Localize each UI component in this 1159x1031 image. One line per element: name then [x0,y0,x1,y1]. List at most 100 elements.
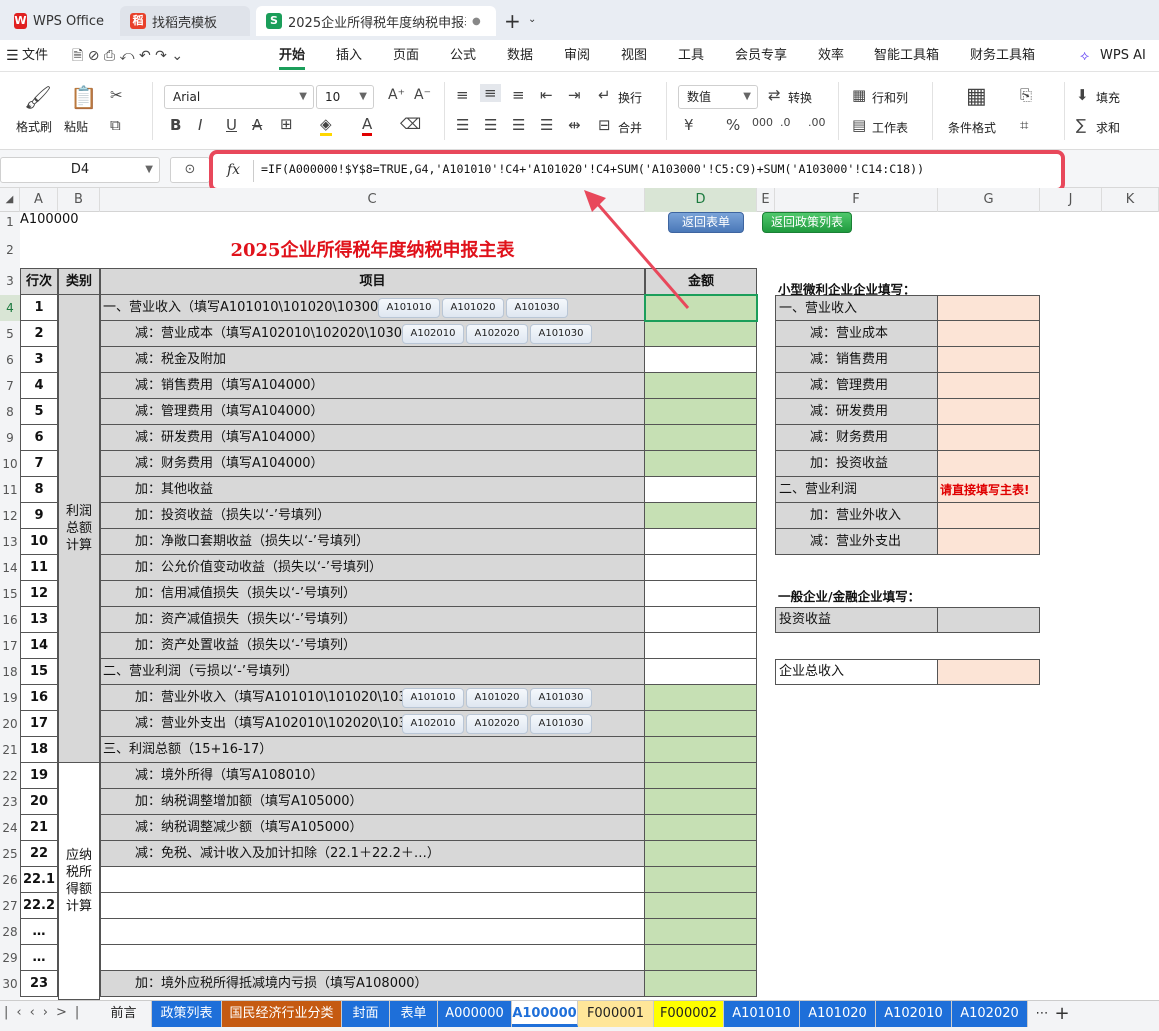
item-label: 减：研发费用（填写A104000） [100,425,645,451]
sheet-tab[interactable]: A101010 [724,1001,800,1027]
side-value-input[interactable] [938,529,1040,555]
sheet-grid: A100000 2025企业所得税年度纳税申报主表 返回表单 返回政策列表 行次… [0,0,1159,1000]
back-to-policy-button[interactable]: 返回政策列表 [762,212,852,233]
sheet-tab[interactable]: 前言 [96,1001,152,1027]
side-label: 减：研发费用 [775,399,938,425]
row-number: 19 [20,763,58,789]
row-number: 10 [20,529,58,555]
link-button-a101010[interactable]: A101010 [378,298,440,318]
link-button-a101030[interactable]: A101030 [530,714,592,734]
item-label: 减：销售费用（填写A104000） [100,373,645,399]
side-value-total-income[interactable] [938,659,1040,685]
link-button-a101030[interactable]: A101030 [506,298,568,318]
amount-input[interactable] [645,633,757,659]
more-tabs-icon[interactable]: ⋯ [1032,1001,1052,1027]
row-number: … [20,945,58,971]
sheet-tab[interactable]: 封面 [342,1001,390,1027]
amount-input[interactable] [645,945,757,971]
side-value-input[interactable] [938,321,1040,347]
item-label [100,919,645,945]
side-value-input[interactable] [938,451,1040,477]
amount-input[interactable] [645,971,757,997]
amount-input[interactable] [645,737,757,763]
item-label: 加：资产处置收益（损失以‘-’号填列） [100,633,645,659]
row-number: 21 [20,815,58,841]
sheet-tab-bar: |‹‹›>| 前言 政策列表 国民经济行业分类 封面 表单 A000000 A100000 F… [0,1000,1159,1031]
link-button-a101030[interactable]: A101030 [530,688,592,708]
item-label: 减：管理费用（填写A104000） [100,399,645,425]
sheet-tab[interactable]: A102020 [952,1001,1028,1027]
side-value-input[interactable] [938,399,1040,425]
amount-input[interactable] [645,867,757,893]
row-number: 22.1 [20,867,58,893]
amount-input[interactable] [645,685,757,711]
sheet-tab[interactable]: A101020 [800,1001,876,1027]
amount-input[interactable] [645,789,757,815]
back-to-form-button[interactable]: 返回表单 [668,212,744,233]
amount-input[interactable] [645,581,757,607]
amount-input[interactable] [645,659,757,685]
link-button-a101020[interactable]: A101020 [442,298,504,318]
sheet-tab[interactable]: A000000 [438,1001,512,1027]
sheet-tab[interactable]: 政策列表 [152,1001,222,1027]
amount-input[interactable] [645,451,757,477]
amount-input[interactable] [645,503,757,529]
item-label: 加：净敞口套期收益（损失以‘-’号填列） [100,529,645,555]
amount-input[interactable] [645,763,757,789]
link-button-a101020[interactable]: A101020 [466,688,528,708]
row-number: 23 [20,971,58,997]
header-item: 项目 [100,268,645,295]
side-value-input[interactable] [938,425,1040,451]
link-button-a102010[interactable]: A102010 [402,324,464,344]
side-value-input[interactable]: 请直接填写主表! [938,477,1040,503]
row-number: 7 [20,451,58,477]
side-value-input[interactable] [938,347,1040,373]
amount-input[interactable] [645,607,757,633]
sheet-tab[interactable]: A102010 [876,1001,952,1027]
amount-input[interactable] [645,711,757,737]
link-button-a102020[interactable]: A102020 [466,714,528,734]
amount-input[interactable] [645,919,757,945]
amount-input[interactable] [645,529,757,555]
sheet-tab[interactable]: F000001 [578,1001,654,1027]
item-label: 加：公允价值变动收益（损失以‘-’号填列） [100,555,645,581]
side-value-investment[interactable] [938,607,1040,633]
item-label [100,867,645,893]
sheet-tab[interactable]: 表单 [390,1001,438,1027]
amount-input[interactable] [645,399,757,425]
side-label-investment: 投资收益 [775,607,938,633]
amount-input[interactable] [645,555,757,581]
item-label: 减：免税、减计收入及加计扣除（22.1＋22.2＋…） [100,841,645,867]
amount-input[interactable] [645,477,757,503]
side-value-input[interactable] [938,373,1040,399]
amount-input[interactable] [645,347,757,373]
sheet-nav-icons[interactable]: |‹‹›>| [4,1005,87,1020]
category-taxable: 应纳税所得额计算 [58,763,100,1000]
amount-input[interactable] [645,373,757,399]
amount-input[interactable] [645,841,757,867]
side-value-input[interactable] [938,503,1040,529]
sheet-tab[interactable]: F000002 [654,1001,724,1027]
sheet-tab[interactable]: A100000 [512,1001,578,1027]
row-number: 17 [20,711,58,737]
amount-input[interactable] [645,893,757,919]
selected-cell-d4[interactable] [644,294,758,322]
header-amount: 金额 [645,268,757,295]
add-sheet-icon[interactable]: + [1052,1001,1072,1027]
sheet-tab[interactable]: 国民经济行业分类 [222,1001,342,1027]
link-button-a102010[interactable]: A102010 [402,714,464,734]
link-button-a101030[interactable]: A101030 [530,324,592,344]
item-label: 二、营业利润（亏损以‘-’号填列） [100,659,645,685]
row-number: 22 [20,841,58,867]
link-button-a101010[interactable]: A101010 [402,688,464,708]
side-title-general-enterprise: 一般企业/金融企业填写： [778,589,921,604]
row-number: 12 [20,581,58,607]
amount-input[interactable] [645,815,757,841]
side-value-input[interactable] [938,295,1040,321]
item-label: 加：资产减值损失（损失以‘-’号填列） [100,607,645,633]
item-label: 减：境外所得（填写A108010） [100,763,645,789]
item-label [100,893,645,919]
amount-input[interactable] [645,425,757,451]
link-button-a102020[interactable]: A102020 [466,324,528,344]
amount-input[interactable] [645,321,757,347]
